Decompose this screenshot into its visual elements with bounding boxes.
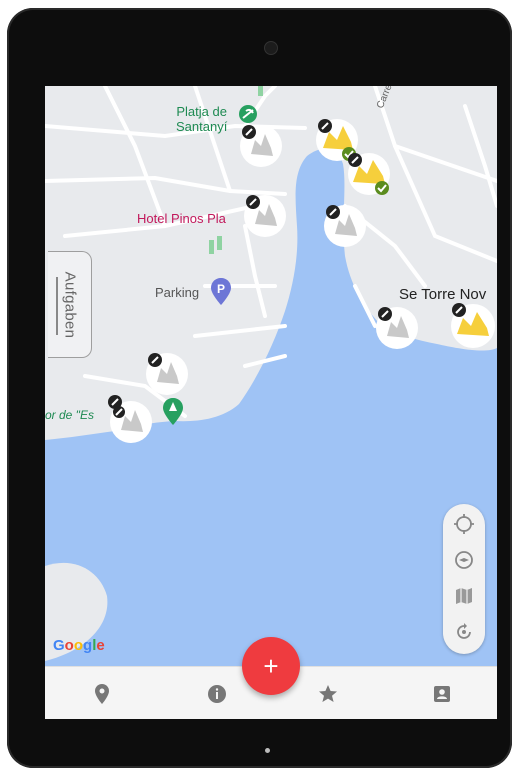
task-marker[interactable] (243, 194, 287, 243)
map-controls (443, 504, 485, 654)
home-indicator (265, 748, 270, 753)
map-canvas[interactable] (45, 86, 497, 666)
info-icon[interactable] (205, 682, 229, 706)
rotate-reset-icon[interactable] (452, 620, 476, 644)
google-logo: Google (53, 637, 105, 654)
place-label-parking: Parking (155, 285, 200, 300)
place-label-platja: Platja de Santanyí (176, 104, 228, 134)
task-marker[interactable] (375, 306, 419, 355)
task-marker-done[interactable] (345, 152, 395, 201)
task-marker[interactable] (323, 204, 367, 253)
app-screen: Platja de Santanyí Hotel Pinos Pla Parki… (45, 86, 497, 719)
add-task-button[interactable]: + (242, 637, 300, 695)
camera (264, 41, 278, 55)
beach-icon[interactable] (238, 104, 258, 124)
star-icon[interactable] (316, 682, 340, 706)
compass-icon[interactable] (452, 548, 476, 572)
viewpoint-pin-icon[interactable] (162, 398, 184, 426)
task-marker[interactable] (239, 124, 283, 173)
tablet-frame: Platja de Santanyí Hotel Pinos Pla Parki… (7, 8, 512, 768)
add-icon: + (263, 651, 279, 681)
tab-divider (56, 277, 58, 335)
place-label-hotel: Hotel Pinos Pla (137, 211, 226, 226)
location-pin-icon[interactable] (90, 682, 114, 706)
parking-pin-icon[interactable]: P (209, 278, 233, 306)
contact-icon[interactable] (430, 682, 454, 706)
tasks-tab-label: Aufgaben (61, 271, 78, 338)
place-label-mirador: or de "Es (45, 408, 94, 422)
place-label-torre: Se Torre Nov (399, 286, 487, 303)
tasks-side-tab[interactable]: Aufgaben (48, 251, 92, 358)
task-marker[interactable] (107, 394, 155, 449)
crosshair-icon[interactable] (452, 512, 476, 536)
svg-text:P: P (217, 282, 225, 296)
map-layers-icon[interactable] (452, 584, 476, 608)
task-marker-done[interactable] (449, 302, 495, 353)
